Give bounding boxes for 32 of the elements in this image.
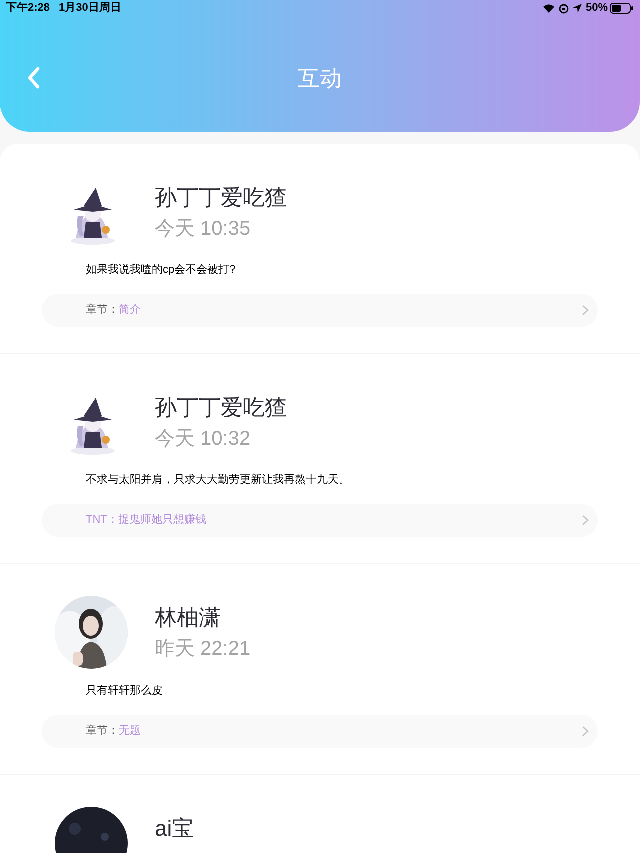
user-name: 孙丁丁爱吃猹 — [155, 184, 287, 212]
comment-item[interactable]: ai宝 — [0, 775, 640, 853]
battery-icon — [610, 3, 634, 14]
chapter-label: 章节： — [86, 724, 119, 740]
chapter-title: 无题 — [119, 724, 141, 740]
page-title: 互动 — [298, 64, 342, 92]
status-date: 1月30日周日 — [59, 1, 122, 16]
comment-text: 如果我说我嗑的cp会不会被打? — [85, 263, 237, 278]
wifi-icon — [542, 4, 555, 13]
comment-time: 昨天 22:21 — [155, 637, 251, 662]
chevron-icon — [582, 726, 589, 737]
chevron-icon — [582, 515, 589, 526]
user-name: 孙丁丁爱吃猹 — [155, 394, 287, 422]
comment-text: 不求与太阳并肩，只求大大勤劳更新让我再熬十九天。 — [85, 472, 351, 488]
user-name: ai宝 — [155, 815, 194, 843]
chapter-link[interactable]: 章节：无题 — [42, 715, 598, 748]
chapter-title: TNT：捉鬼师她只想赚钱 — [86, 512, 206, 528]
location-icon — [572, 4, 582, 13]
chapter-label: 章节： — [86, 302, 119, 318]
lock-rotation-icon — [558, 4, 569, 14]
battery-percent: 50% — [586, 1, 608, 16]
status-time: 下午2:28 — [6, 0, 50, 16]
chapter-link[interactable]: 章节：简介 — [42, 294, 598, 327]
comment-text: 只有轩轩那么皮 — [85, 684, 164, 699]
comment-item[interactable]: 孙丁丁爱吃猹 今天 10:32 不求与太阳并肩，只求大大勤劳更新让我再熬十九天。 TNT：捉鬼师她只想赚钱 — [0, 354, 640, 564]
chapter-title: 简介 — [119, 303, 141, 318]
user-name: 林柚潇 — [155, 604, 222, 632]
comment-time: 今天 10:32 — [155, 427, 252, 452]
comment-time: 今天 10:35 — [155, 217, 252, 242]
comment-item[interactable]: 林柚潇 昨天 22:21 只有轩轩那么皮 章节：无题 — [0, 564, 640, 775]
chevron-icon — [582, 305, 589, 316]
comment-item[interactable]: 孙丁丁爱吃猹 今天 10:35 如果我说我嗑的cp会不会被打? 章节：简介 — [0, 144, 640, 354]
